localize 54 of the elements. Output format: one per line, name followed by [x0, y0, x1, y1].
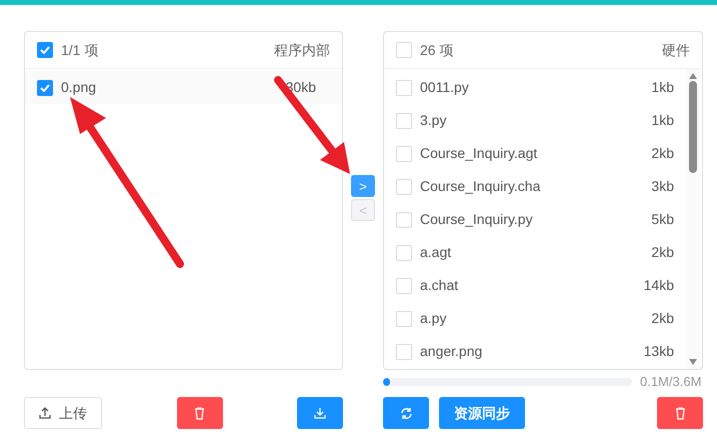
delete-button[interactable] — [657, 397, 703, 429]
file-size: 2kb — [651, 243, 674, 262]
file-name: Course_Inquiry.py — [420, 210, 534, 229]
checkbox[interactable] — [37, 80, 53, 96]
file-name: 3.py — [420, 111, 448, 130]
file-size: 14kb — [644, 276, 674, 295]
trash-icon — [674, 406, 686, 420]
transfer-button[interactable]: > — [351, 175, 375, 197]
check-icon — [40, 84, 50, 92]
sync-button[interactable]: 资源同步 — [439, 397, 525, 429]
file-size: 1kb — [651, 111, 674, 130]
upload-icon — [39, 407, 51, 419]
file-name: anger.png — [420, 342, 484, 361]
panel-title: 程序内部 — [274, 40, 330, 60]
refresh-icon — [400, 406, 412, 420]
checkbox[interactable] — [396, 344, 412, 360]
checkbox[interactable] — [396, 178, 412, 194]
scrollbar[interactable] — [686, 69, 700, 369]
file-name: a.agt — [420, 243, 452, 262]
checkbox[interactable] — [396, 42, 412, 58]
file-size: 2kb — [651, 309, 674, 328]
checkbox[interactable] — [396, 146, 412, 162]
file-name: 0011.py — [420, 78, 470, 97]
checkbox[interactable] — [396, 278, 412, 294]
download-button[interactable] — [297, 397, 343, 429]
refresh-button[interactable] — [383, 397, 429, 429]
upload-button[interactable]: 上传 — [24, 397, 102, 429]
scroll-down-icon[interactable] — [689, 359, 697, 365]
file-size: 2kb — [651, 144, 674, 163]
file-name: 0.png — [61, 78, 98, 97]
checkbox[interactable] — [396, 310, 412, 326]
trash-icon — [194, 406, 205, 420]
file-name: Course_Inquiry.cha — [420, 177, 542, 196]
item-count: 1/1 项 — [61, 40, 100, 60]
scroll-up-icon[interactable] — [689, 73, 697, 79]
file-name: a.py — [420, 309, 448, 328]
check-icon — [40, 46, 50, 54]
download-icon — [314, 407, 326, 419]
file-size: 13kb — [644, 342, 674, 361]
scroll-thumb[interactable] — [689, 81, 697, 173]
item-count: 26 项 — [420, 40, 454, 60]
file-size: 5kb — [651, 210, 674, 229]
panel-title: 硬件 — [662, 40, 690, 60]
checkbox[interactable] — [396, 80, 412, 96]
file-size: 3kb — [651, 177, 674, 196]
storage-reading: 0.1M/3.6M — [640, 373, 702, 392]
file-size: 1kb — [651, 78, 674, 97]
file-name: Course_Inquiry.agt — [420, 144, 538, 163]
checkbox[interactable] — [396, 212, 412, 228]
checkbox[interactable] — [37, 42, 53, 58]
delete-button[interactable] — [176, 397, 222, 429]
file-name: a.chat — [420, 276, 460, 295]
checkbox[interactable] — [396, 112, 412, 128]
checkbox[interactable] — [396, 244, 412, 260]
